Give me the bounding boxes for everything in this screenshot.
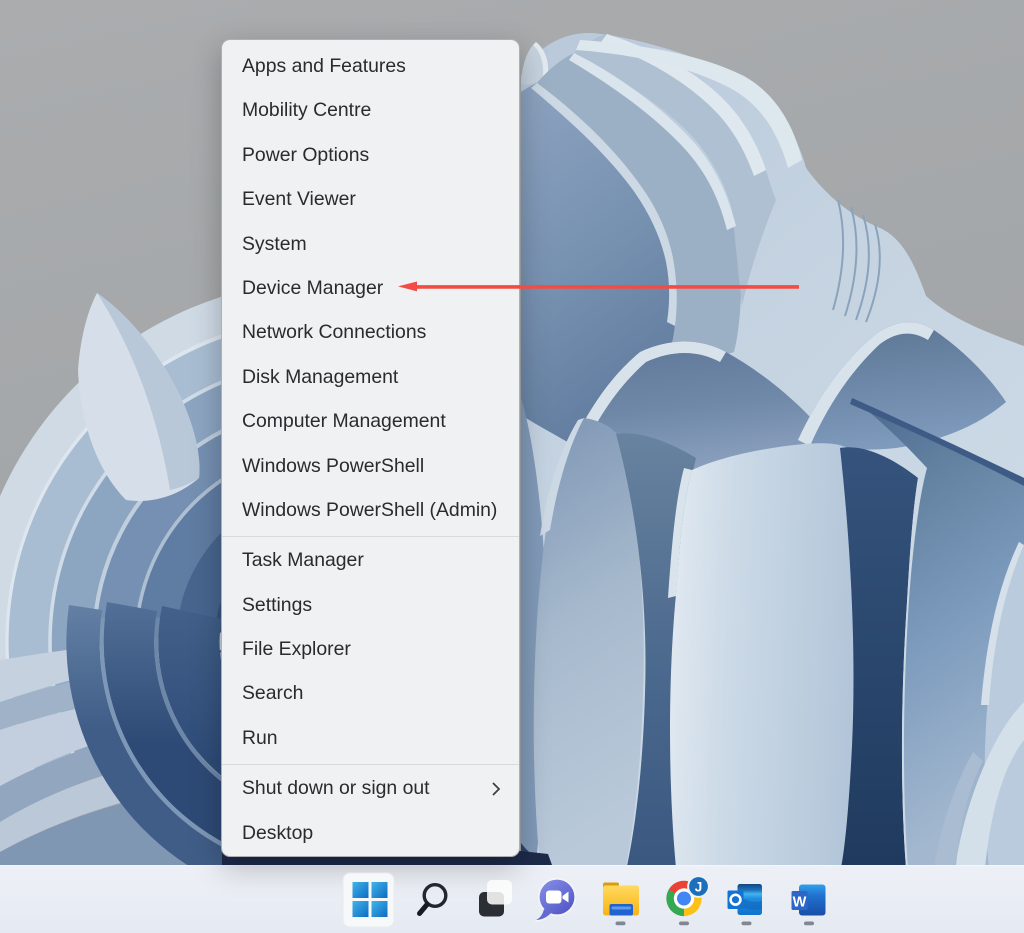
svg-text:W: W — [793, 895, 807, 911]
svg-text:J: J — [695, 879, 703, 894]
